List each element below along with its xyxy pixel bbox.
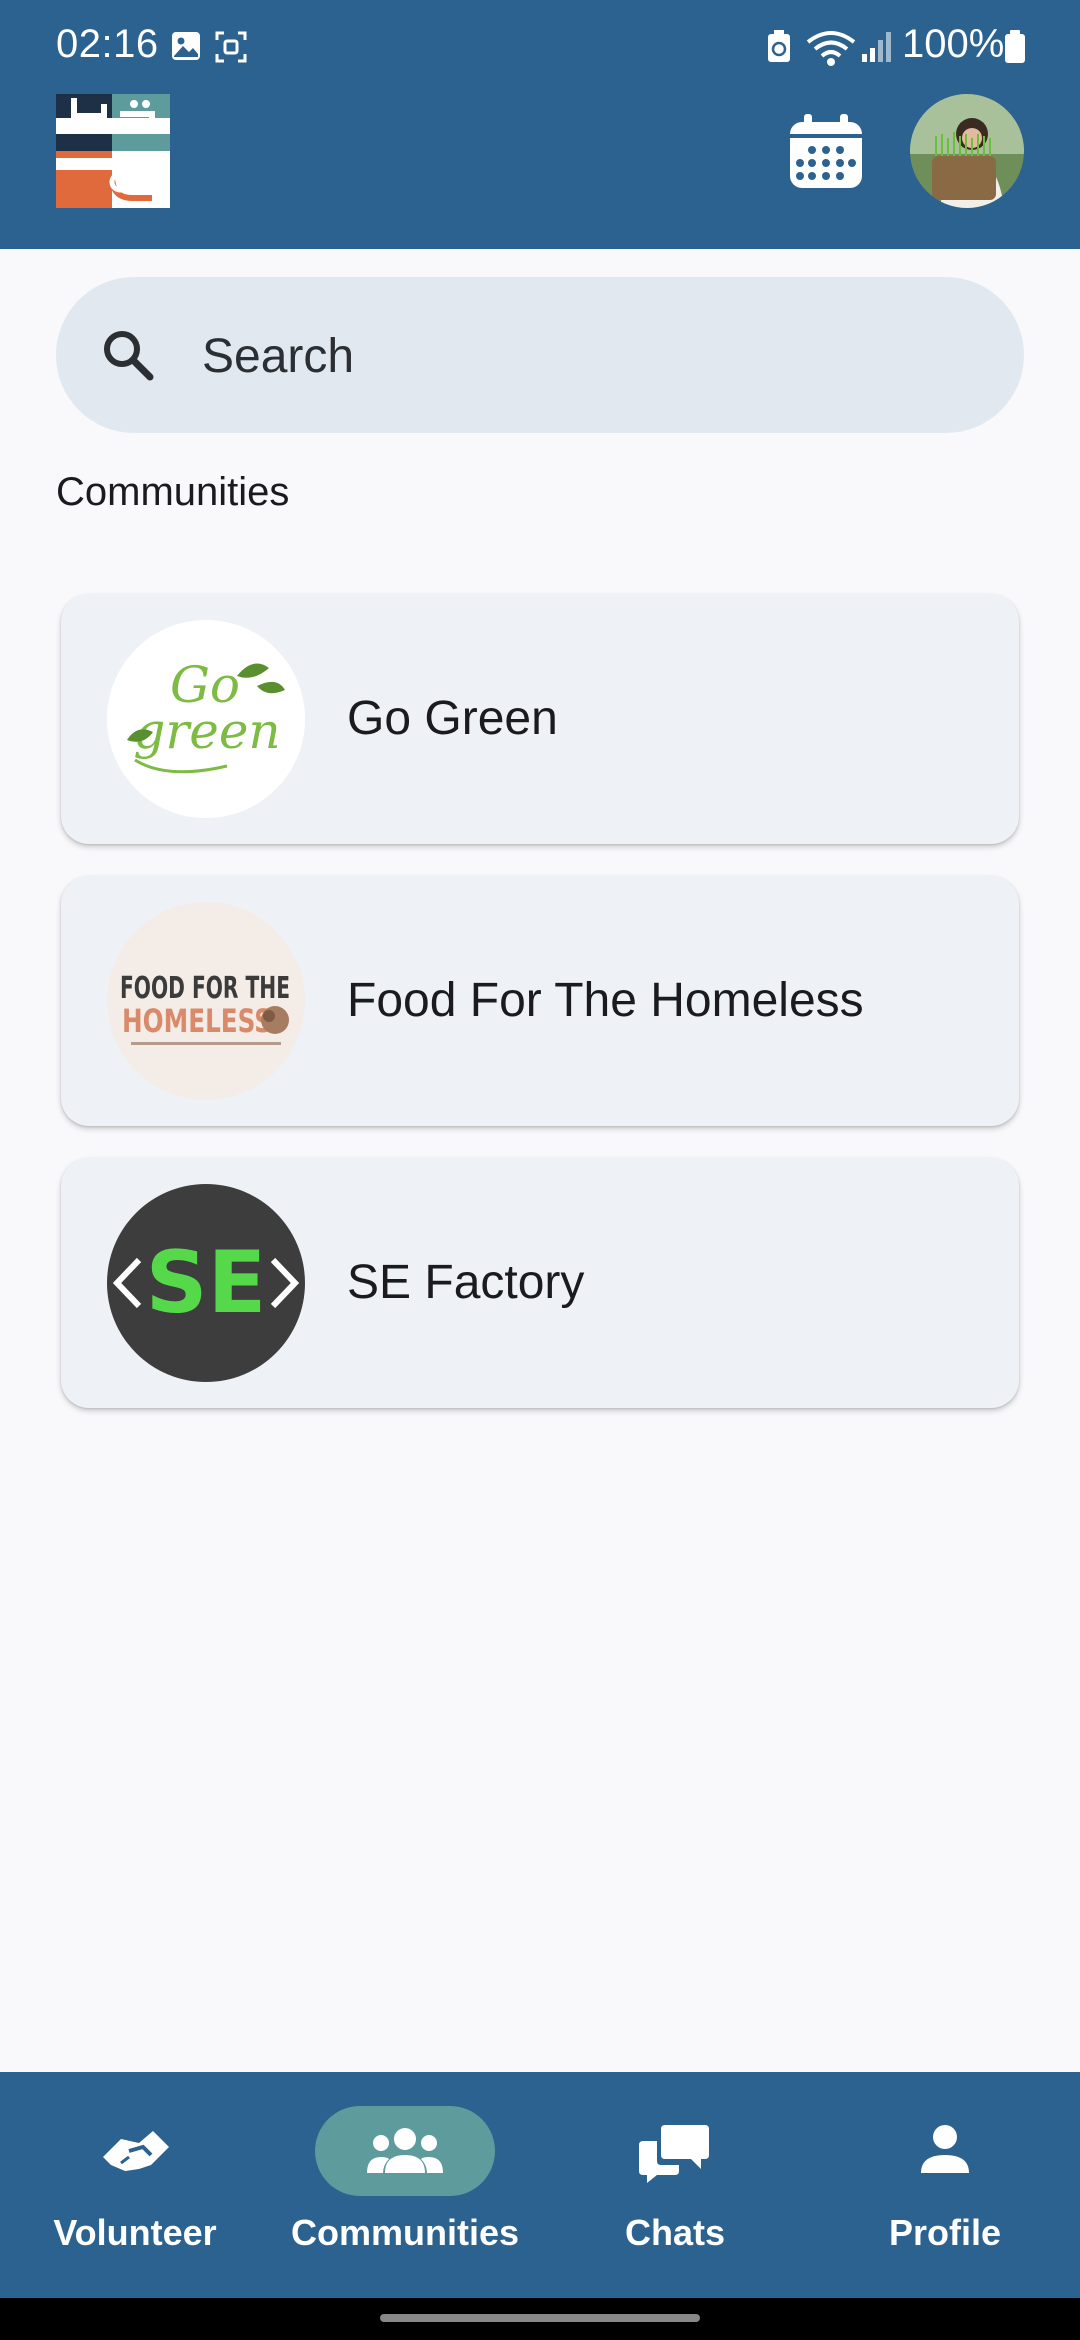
community-name: Food For The Homeless bbox=[347, 974, 864, 1027]
gallery-notification-icon bbox=[172, 32, 200, 60]
home-gesture-handle[interactable] bbox=[380, 2314, 700, 2322]
community-card-se-factory[interactable]: SE SE Factory bbox=[61, 1158, 1019, 1408]
battery-saver-icon bbox=[768, 30, 790, 62]
nav-item-communities[interactable]: Communities bbox=[270, 2072, 540, 2298]
bottom-navigation: Volunteer Communities Chats Profile bbox=[0, 2072, 1080, 2298]
nav-label: Volunteer bbox=[53, 2212, 217, 2253]
community-name: SE Factory bbox=[347, 1256, 585, 1309]
person-icon bbox=[921, 2125, 969, 2173]
signal-icon bbox=[862, 32, 891, 62]
wifi-icon bbox=[806, 31, 856, 66]
calendar-icon[interactable] bbox=[786, 112, 866, 192]
section-title: Communities bbox=[56, 470, 290, 514]
chat-bubbles-icon bbox=[639, 2125, 709, 2183]
svg-text:HOMELESS: HOMELESS bbox=[122, 1002, 272, 1040]
status-bar: 02:16 100% bbox=[0, 0, 1080, 90]
screenshot-notification-icon bbox=[215, 31, 247, 63]
search-bar[interactable]: Search bbox=[56, 277, 1024, 433]
nav-item-volunteer[interactable]: Volunteer bbox=[0, 2072, 270, 2298]
groups-icon bbox=[367, 2128, 443, 2173]
food-for-the-homeless-logo: FOOD FOR THE HOMELESS bbox=[107, 902, 305, 1100]
se-factory-logo: SE bbox=[107, 1184, 305, 1382]
search-placeholder: Search bbox=[202, 330, 355, 383]
community-name: Go Green bbox=[347, 692, 558, 745]
community-card-go-green[interactable]: Go green Go Green bbox=[61, 594, 1019, 844]
user-avatar[interactable] bbox=[910, 94, 1024, 208]
nav-label: Profile bbox=[888, 2212, 1002, 2253]
battery-percentage: 100% bbox=[902, 22, 1005, 66]
svg-text:green: green bbox=[133, 702, 280, 760]
handshake-icon bbox=[103, 2131, 169, 2171]
svg-text:SE: SE bbox=[146, 1233, 267, 1333]
community-card-food-for-the-homeless[interactable]: FOOD FOR THE HOMELESS Food For The Homel… bbox=[61, 876, 1019, 1126]
status-time: 02:16 bbox=[56, 22, 159, 66]
battery-icon bbox=[1005, 30, 1025, 63]
tatawwa-logo[interactable] bbox=[56, 94, 170, 208]
search-icon bbox=[104, 331, 154, 381]
nav-item-profile[interactable]: Profile bbox=[810, 2072, 1080, 2298]
app-header: 02:16 100% bbox=[0, 0, 1080, 249]
nav-item-chats[interactable]: Chats bbox=[540, 2072, 810, 2298]
nav-label: Chats bbox=[624, 2212, 726, 2253]
svg-text:FOOD FOR THE: FOOD FOR THE bbox=[120, 971, 290, 1006]
gesture-navigation-bar bbox=[0, 2298, 1080, 2340]
go-green-logo: Go green bbox=[107, 620, 305, 818]
nav-label: Communities bbox=[290, 2212, 520, 2253]
